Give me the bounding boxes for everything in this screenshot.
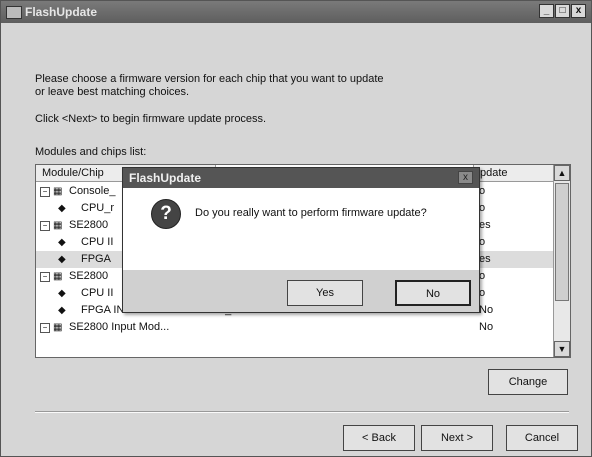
instruction-line-3: Click <Next> to begin firmware update pr… (35, 113, 267, 125)
maximize-button[interactable]: □ (555, 4, 570, 18)
dialog-title: FlashUpdate (129, 171, 202, 185)
question-icon: ? (151, 199, 181, 229)
chip-icon: ◆ (58, 305, 66, 316)
module-icon: ▦ (53, 271, 63, 282)
modules-list-label: Modules and chips list: (35, 146, 147, 158)
instruction-line-2: or leave best matching choices. (35, 86, 190, 98)
row-update: No (479, 304, 494, 316)
chip-icon: ◆ (58, 203, 66, 214)
app-icon (6, 6, 22, 19)
yes-button[interactable]: Yes (287, 280, 363, 306)
scroll-up-button[interactable]: ▲ (554, 165, 570, 181)
collapse-toggle-icon[interactable]: − (40, 272, 50, 282)
list-scrollbar[interactable]: ▲ ▼ (553, 165, 570, 357)
title-bar[interactable]: FlashUpdate _ □ x (1, 1, 591, 23)
module-icon: ▦ (53, 186, 63, 197)
instruction-line-1: Please choose a firmware version for eac… (35, 73, 384, 85)
dialog-title-bar[interactable]: FlashUpdate x (123, 168, 479, 188)
row-name: CPU_r (81, 202, 115, 214)
collapse-toggle-icon[interactable]: − (40, 323, 50, 333)
flashupdate-window: FlashUpdate _ □ x Please choose a firmwa… (0, 0, 592, 457)
dialog-body (123, 188, 479, 270)
chip-icon: ◆ (58, 254, 66, 265)
row-name: CPU II (81, 236, 114, 248)
scroll-thumb[interactable] (555, 183, 569, 301)
collapse-toggle-icon[interactable]: − (40, 221, 50, 231)
chip-icon: ◆ (58, 288, 66, 299)
window-title: FlashUpdate (25, 5, 98, 19)
module-icon: ▦ (53, 220, 63, 231)
dialog-message: Do you really want to perform firmware u… (195, 207, 427, 219)
close-button[interactable]: x (571, 4, 586, 18)
minimize-button[interactable]: _ (539, 4, 554, 18)
row-update: es (479, 219, 491, 231)
row-name: SE2800 (69, 270, 109, 282)
row-name: FPGA (81, 253, 111, 265)
row-name: CPU II (81, 287, 114, 299)
scroll-down-button[interactable]: ▼ (554, 341, 570, 357)
back-button[interactable]: < Back (343, 425, 415, 451)
next-button[interactable]: Next > (421, 425, 493, 451)
cancel-button[interactable]: Cancel (506, 425, 578, 451)
list-item[interactable]: − ▦ SE2800 Input Mod... No (36, 319, 553, 336)
confirm-dialog: FlashUpdate x ? Do you really want to pe… (122, 167, 480, 313)
row-name: SE2800 (69, 219, 109, 231)
dialog-close-button[interactable]: x (458, 171, 473, 184)
module-icon: ▦ (53, 322, 63, 333)
collapse-toggle-icon[interactable]: − (40, 187, 50, 197)
chip-icon: ◆ (58, 237, 66, 248)
change-button[interactable]: Change (488, 369, 568, 395)
row-name: SE2800 Input Mod... (69, 321, 170, 333)
row-name: Console_ (69, 185, 116, 197)
no-button[interactable]: No (395, 280, 471, 306)
column-header-update[interactable]: pdate (473, 165, 554, 182)
row-update: es (479, 253, 491, 265)
footer-separator (35, 411, 569, 413)
row-update: No (479, 321, 494, 333)
